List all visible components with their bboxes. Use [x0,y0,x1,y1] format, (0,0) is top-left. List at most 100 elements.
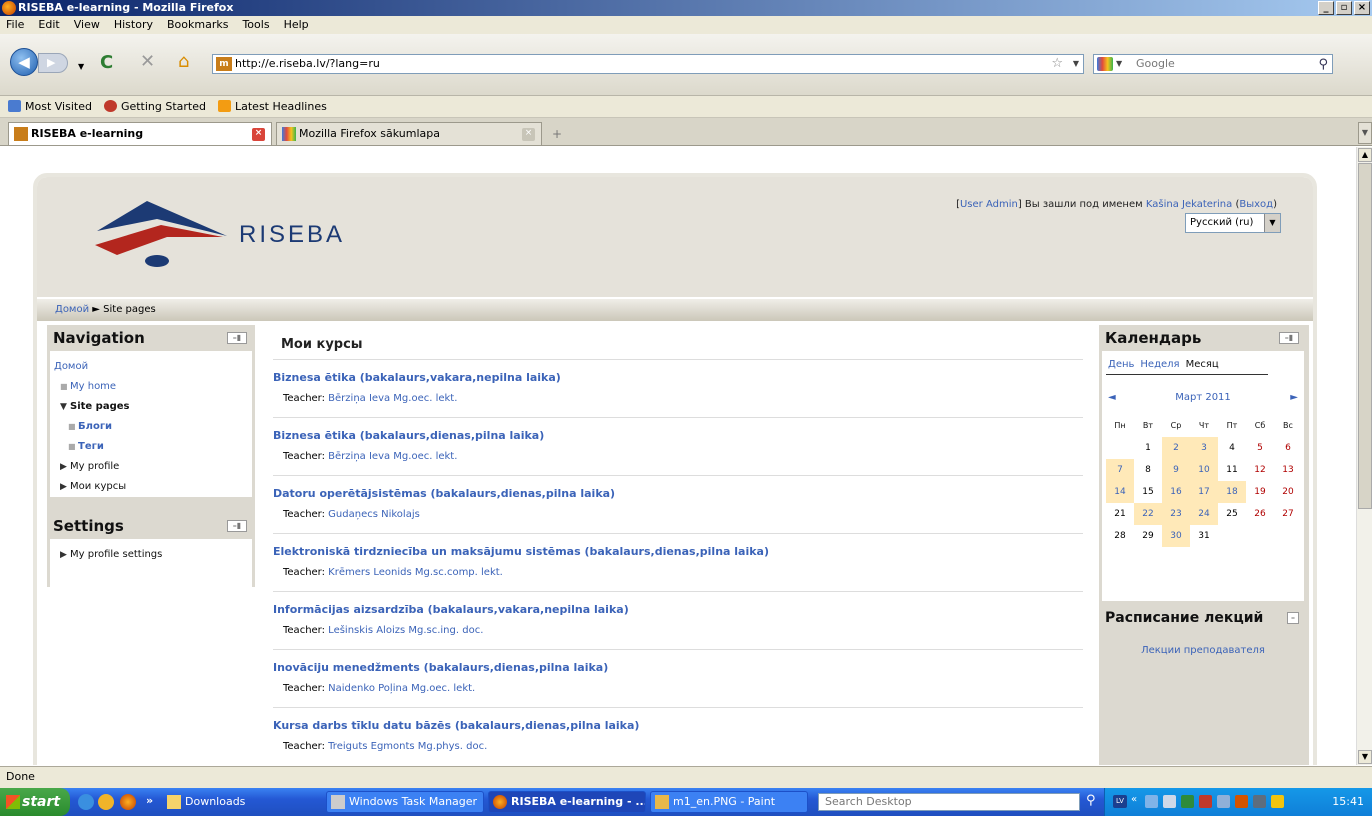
start-button[interactable]: start [0,788,70,816]
calendar-day[interactable]: 2 [1162,437,1190,459]
home-icon[interactable]: ⌂ [178,53,189,71]
search-engine-dropdown-icon[interactable]: ▼ [1116,55,1122,73]
next-month-icon[interactable]: ► [1290,387,1298,409]
calendar-month-link[interactable]: Месяц [1186,359,1219,370]
tray-app-icon[interactable] [1199,795,1212,808]
url-bar[interactable]: m http://e.riseba.lv/?lang=ru ☆ ▼ [212,54,1084,74]
nav-blogs[interactable]: ■ Блоги [54,417,248,437]
block-collapse-icon[interactable]: – [1287,612,1299,624]
tray-app-icon[interactable] [1253,795,1266,808]
menu-view[interactable]: View [74,16,100,34]
calendar-day[interactable]: 7 [1106,459,1134,481]
teacher-link[interactable]: Treiguts Egmonts Mg.phys. doc. [328,741,487,752]
teacher-link[interactable]: Gudaņecs Nikolajs [328,509,420,520]
course-title-link[interactable]: Biznesa ētika (bakalaurs,vakara,nepilna … [273,370,1083,386]
scroll-up-icon[interactable]: ▲ [1358,148,1372,162]
calendar-day[interactable]: 24 [1190,503,1218,525]
media-player-icon[interactable] [98,794,114,810]
block-dock-icon[interactable]: –▮ [227,520,247,532]
desktop-search-icon[interactable]: ⚲ [1086,793,1096,808]
course-title-link[interactable]: Kursa darbs tīklu datu bāzēs (bakalaurs,… [273,718,1083,734]
calendar-day[interactable]: 3 [1190,437,1218,459]
calendar-day[interactable]: 16 [1162,481,1190,503]
menu-tools[interactable]: Tools [242,16,269,34]
volume-icon[interactable] [1163,795,1176,808]
bookmark-most-visited[interactable]: Most Visited [8,100,92,113]
tab-firefox-start[interactable]: Mozilla Firefox sākumlapa × [276,122,542,145]
course-title-link[interactable]: Inovāciju menedžments (bakalaurs,dienas,… [273,660,1083,676]
tray-app-icon[interactable] [1271,795,1284,808]
tray-app-icon[interactable] [1181,795,1194,808]
teacher-link[interactable]: Bērziņa Ieva Mg.oec. lekt. [328,393,457,404]
calendar-day[interactable]: 22 [1134,503,1162,525]
close-tab-icon[interactable]: × [522,128,535,141]
previous-month-icon[interactable]: ◄ [1108,387,1116,409]
menu-file[interactable]: File [6,16,24,34]
network-icon[interactable] [1145,795,1158,808]
taskbar-paint[interactable]: m1_en.PNG - Paint [650,791,808,813]
new-tab-button[interactable]: + [544,124,570,144]
tray-app-icon[interactable] [1217,795,1230,808]
course-title-link[interactable]: Elektroniskā tirdzniecība un maksājumu s… [273,544,1083,560]
tab-riseba[interactable]: RISEBA e-learning × [8,122,272,145]
tab-list-dropdown-icon[interactable]: ▼ [1358,122,1372,144]
tray-expand-icon[interactable]: « [1131,794,1137,805]
nav-my-courses[interactable]: ▶ Мои курсы [54,477,248,497]
user-admin-link[interactable]: User Admin [960,199,1018,210]
quicklaunch-more-icon[interactable]: » [146,794,153,807]
calendar-day[interactable]: 18 [1218,481,1246,503]
maximize-button[interactable]: ▫ [1336,1,1352,15]
nav-my-profile[interactable]: ▶ My profile [54,457,248,477]
calendar-day[interactable]: 9 [1162,459,1190,481]
bookmark-star-icon[interactable]: ☆ [1051,55,1063,73]
calendar-month-label[interactable]: Март 2011 [1175,392,1231,403]
stop-icon[interactable]: ✕ [140,53,155,71]
tray-app-icon[interactable] [1235,795,1248,808]
menu-help[interactable]: Help [284,16,309,34]
scroll-down-icon[interactable]: ▼ [1358,750,1372,764]
calendar-day-link[interactable]: День [1108,359,1134,370]
taskbar-downloads[interactable]: Downloads [162,791,312,813]
teacher-link[interactable]: Lešinskis Aloizs Mg.sc.ing. doc. [328,625,483,636]
menu-history[interactable]: History [114,16,153,34]
menu-edit[interactable]: Edit [38,16,59,34]
language-indicator[interactable]: LV [1113,795,1127,808]
calendar-day[interactable]: 10 [1190,459,1218,481]
breadcrumb-home-link[interactable]: Домой [55,304,89,315]
teacher-lectures-link[interactable]: Лекции преподавателя [1141,645,1265,656]
user-name-link[interactable]: Kašina Jekaterina [1146,199,1232,210]
reload-icon[interactable]: C [100,54,113,72]
nav-home-link[interactable]: Домой [54,357,248,377]
vertical-scrollbar[interactable]: ▲ ▼ [1356,147,1372,765]
back-button[interactable]: ◀ [10,48,38,76]
bookmark-getting-started[interactable]: Getting Started [103,100,206,113]
block-dock-icon[interactable]: –▮ [227,332,247,344]
nav-my-home[interactable]: ■ My home [54,377,248,397]
firefox-quicklaunch-icon[interactable] [120,794,136,810]
scroll-thumb[interactable] [1358,163,1372,509]
course-title-link[interactable]: Informācijas aizsardzība (bakalaurs,vaka… [273,602,1083,618]
calendar-day[interactable]: 30 [1162,525,1190,547]
calendar-day[interactable]: 23 [1162,503,1190,525]
search-bar[interactable]: ▼ Google ⚲ [1093,54,1333,74]
course-title-link[interactable]: Datoru operētājsistēmas (bakalaurs,diena… [273,486,1083,502]
calendar-day[interactable]: 14 [1106,481,1134,503]
menu-bookmarks[interactable]: Bookmarks [167,16,228,34]
calendar-day[interactable]: 17 [1190,481,1218,503]
minimize-button[interactable]: _ [1318,1,1334,15]
nav-profile-settings[interactable]: ▶ My profile settings [54,545,248,565]
calendar-week-link[interactable]: Неделя [1140,359,1179,370]
forward-button[interactable]: ▶ [38,53,68,73]
nav-site-pages[interactable]: ▼ Site pages [54,397,248,417]
ie-icon[interactable] [78,794,94,810]
url-dropdown-icon[interactable]: ▼ [1073,55,1079,73]
close-window-button[interactable]: × [1354,1,1370,15]
course-title-link[interactable]: Biznesa ētika (bakalaurs,dienas,pilna la… [273,428,1083,444]
search-icon[interactable]: ⚲ [1318,56,1328,74]
close-tab-icon[interactable]: × [252,128,265,141]
language-select[interactable]: Русский (ru) ▼ [1185,213,1281,233]
block-dock-icon[interactable]: –▮ [1279,332,1299,344]
bookmark-latest-headlines[interactable]: Latest Headlines [218,100,327,113]
desktop-search-input[interactable]: Search Desktop [818,793,1080,811]
nav-tags[interactable]: ■ Теги [54,437,248,457]
